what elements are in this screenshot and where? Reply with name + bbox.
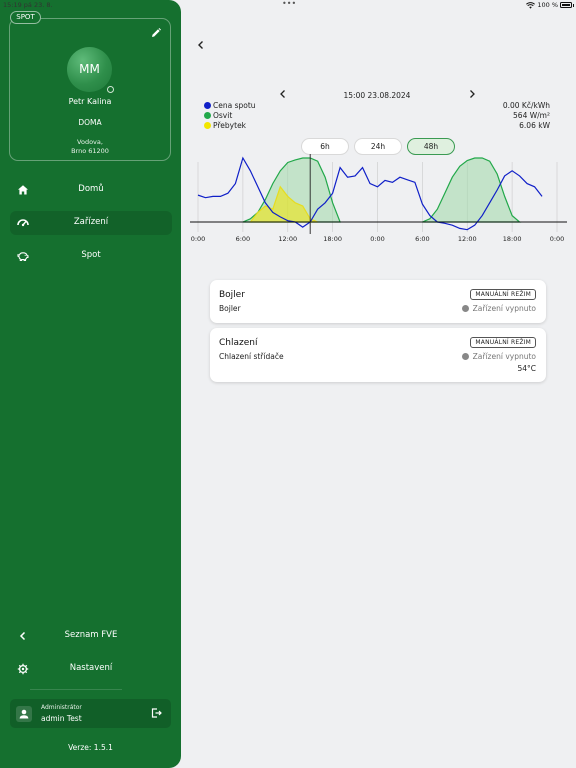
- logout-icon[interactable]: [150, 707, 162, 719]
- device-card-cooling[interactable]: Chlazení Chlazení střídače MANUÁLNÍ REŽI…: [210, 328, 546, 382]
- chart-tick-label: 18:00: [323, 235, 342, 243]
- wifi-icon: [526, 1, 536, 9]
- device-subtitle: Chlazení střídače: [219, 352, 284, 361]
- device-status: Zařízení vypnuto: [461, 304, 536, 313]
- device-subtitle: Bojler: [219, 304, 241, 313]
- status-right: 100 %: [526, 1, 558, 9]
- person-icon: [19, 709, 29, 719]
- device-status-text: Zařízení vypnuto: [472, 304, 536, 313]
- device-status: Zařízení vypnuto: [461, 352, 536, 361]
- user-card: Administrátor admin Test: [10, 699, 171, 728]
- mode-badge: MANUÁLNÍ REŽIM: [470, 337, 536, 348]
- user-avatar: [16, 706, 32, 722]
- price-irradiance-chart[interactable]: 0:00 6:00 12:00 18:00 0:00 6:00 12:00 18:00 0:00: [0, 0, 576, 260]
- chart-tick-label: 0:00: [191, 235, 206, 243]
- chart-tick-label: 12:00: [458, 235, 477, 243]
- multitasking-dots-icon[interactable]: •••: [282, 0, 296, 8]
- chart-tick-label: 18:00: [503, 235, 522, 243]
- device-temperature: 54°C: [517, 364, 536, 373]
- osvit-area: [422, 157, 522, 223]
- status-dot-icon: [461, 353, 469, 360]
- device-card-boiler[interactable]: Bojler Bojler MANUÁLNÍ REŽIM Zařízení vy…: [210, 280, 546, 323]
- nav-label-settings: Nastavení: [69, 663, 113, 673]
- status-time: 15:19 pá 23. 8.: [3, 1, 53, 9]
- status-dot-icon: [461, 305, 469, 312]
- user-role: Administrátor: [41, 704, 82, 711]
- battery-percentage: 100 %: [537, 1, 558, 9]
- battery-icon: [560, 2, 572, 8]
- nav-item-settings[interactable]: Nastavení: [10, 657, 172, 681]
- device-title: Bojler: [219, 290, 245, 300]
- app-version: Verze: 1.5.1: [68, 743, 113, 752]
- device-status-text: Zařízení vypnuto: [472, 352, 536, 361]
- user-name: admin Test: [41, 714, 82, 723]
- sidebar-divider: [30, 689, 122, 690]
- mode-badge: MANUÁLNÍ REŽIM: [470, 289, 536, 300]
- device-title: Chlazení: [219, 338, 258, 348]
- battery-tip: [572, 4, 574, 7]
- chart-tick-label: 6:00: [236, 235, 251, 243]
- status-bar: 15:19 pá 23. 8. ••• 100 %: [0, 0, 576, 12]
- chart-tick-label: 0:00: [370, 235, 385, 243]
- chart-tick-label: 6:00: [415, 235, 430, 243]
- nav-label-pv-list: Seznam FVE: [64, 630, 118, 640]
- chart-tick-label: 12:00: [278, 235, 297, 243]
- nav-item-pv-list[interactable]: Seznam FVE: [10, 624, 172, 648]
- chart-tick-label: 0:00: [550, 235, 565, 243]
